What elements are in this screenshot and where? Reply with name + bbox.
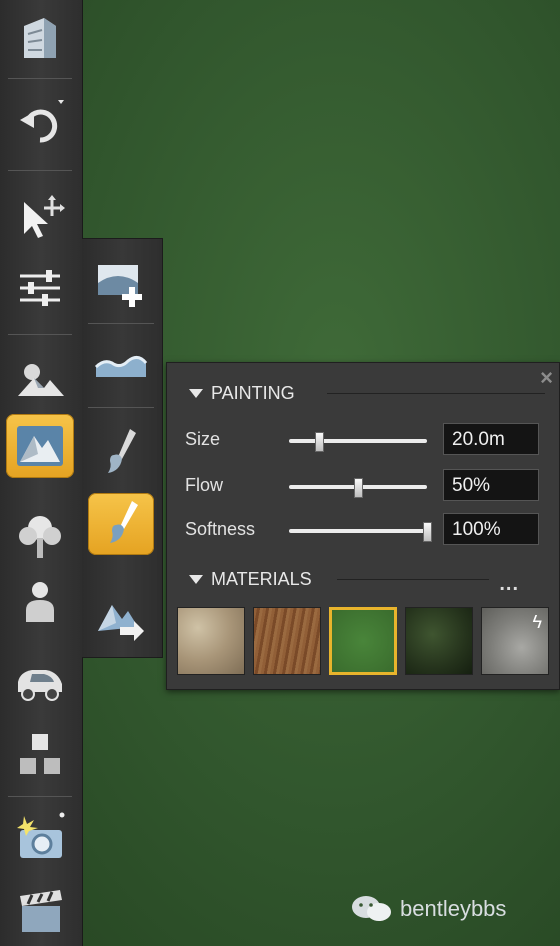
terrain-subtoolbar xyxy=(82,238,163,658)
softness-label: Softness xyxy=(185,519,256,539)
softness-row: Softness 100% xyxy=(185,513,545,547)
tree-icon[interactable] xyxy=(6,504,74,568)
size-slider-handle[interactable] xyxy=(315,432,325,452)
softness-input[interactable]: 100% xyxy=(443,513,539,545)
sand-material[interactable] xyxy=(177,607,245,675)
main-toolbar xyxy=(0,0,83,946)
terrain-paint-panel: × PAINTING Size 20.0m Flow 50% Softness … xyxy=(166,362,560,690)
softness-slider-handle[interactable] xyxy=(423,522,432,542)
camera-icon[interactable] xyxy=(6,806,74,870)
forest-floor-material[interactable] xyxy=(405,607,473,675)
person-icon[interactable] xyxy=(6,570,74,634)
collapse-triangle-icon[interactable] xyxy=(189,389,203,398)
paint-brush-icon[interactable] xyxy=(88,493,154,555)
export-terrain-icon[interactable] xyxy=(88,585,154,647)
more-options-button[interactable]: ... xyxy=(499,573,519,596)
car-icon[interactable] xyxy=(6,650,74,714)
landscape-icon[interactable] xyxy=(6,346,74,410)
wechat-icon xyxy=(352,896,391,921)
size-input[interactable]: 20.0m xyxy=(443,423,539,455)
collapse-triangle-icon[interactable] xyxy=(189,575,203,584)
flow-slider-handle[interactable] xyxy=(354,478,363,498)
size-slider[interactable] xyxy=(289,432,427,452)
flow-input[interactable]: 50% xyxy=(443,469,539,501)
sculpt-brush-icon[interactable] xyxy=(88,421,154,483)
grass-material[interactable] xyxy=(329,607,397,675)
softness-slider[interactable] xyxy=(289,522,432,542)
flow-label: Flow xyxy=(185,475,224,495)
settings-sliders-icon[interactable] xyxy=(6,256,74,320)
clapperboard-icon[interactable] xyxy=(6,880,74,944)
terrain-icon[interactable] xyxy=(6,414,74,478)
size-label: Size xyxy=(185,429,221,449)
painting-section-header[interactable]: PAINTING xyxy=(189,383,295,404)
close-icon[interactable]: × xyxy=(540,365,553,391)
rock-material[interactable]: ϟ xyxy=(481,607,549,675)
materials-title: MATERIALS xyxy=(211,569,312,589)
watermark: bentleybbs xyxy=(350,894,506,924)
select-move-icon[interactable] xyxy=(6,186,74,250)
water-surface-icon[interactable] xyxy=(88,335,154,397)
flow-row: Flow 50% xyxy=(185,469,545,503)
flow-slider[interactable] xyxy=(289,478,427,498)
undo-icon[interactable] xyxy=(6,92,74,156)
dirt-material[interactable] xyxy=(253,607,321,675)
watermark-text: bentleybbs xyxy=(400,896,507,921)
materials-section-header[interactable]: MATERIALS xyxy=(189,569,312,590)
materials-swatches: ϟ xyxy=(177,607,551,681)
painting-title: PAINTING xyxy=(211,383,295,403)
lightning-icon: ϟ xyxy=(532,612,542,632)
objects-icon[interactable] xyxy=(6,722,74,786)
size-row: Size 20.0m xyxy=(185,423,545,457)
new-terrain-icon[interactable] xyxy=(88,253,154,315)
building-icon[interactable] xyxy=(6,6,74,70)
